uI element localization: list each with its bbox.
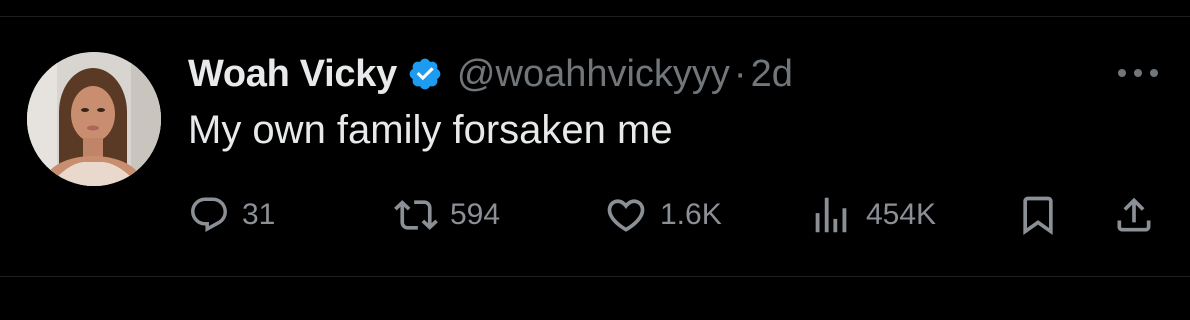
views-count: 454K: [866, 198, 937, 231]
bookmark-icon: [1023, 196, 1053, 236]
reply-count: 31: [242, 198, 276, 231]
dot-separator: ·: [733, 52, 747, 95]
tweet-header: Woah Vicky @woahhvickyyy · 2d: [188, 50, 793, 98]
repost-count: 594: [450, 198, 501, 231]
share-upload-icon: [1117, 197, 1151, 232]
tweet-text: My own family forsaken me: [188, 108, 673, 152]
action-bar: 31 594 1.6K 454K: [0, 190, 1190, 240]
more-dots-icon: [1118, 69, 1158, 77]
like-count: 1.6K: [660, 198, 722, 231]
display-name[interactable]: Woah Vicky: [188, 53, 397, 96]
verified-badge-icon: [407, 56, 443, 92]
share-button[interactable]: [1112, 190, 1156, 240]
timestamp[interactable]: 2d: [751, 53, 793, 96]
bookmark-button[interactable]: [1016, 190, 1060, 240]
bar-chart-icon: [815, 197, 847, 233]
repost-button[interactable]: 594: [394, 190, 500, 240]
reply-bubble-icon: [191, 197, 227, 232]
heart-icon: [607, 199, 645, 232]
reply-button[interactable]: 31: [188, 190, 275, 240]
views-button[interactable]: 454K: [808, 190, 936, 240]
top-divider: [0, 16, 1190, 17]
more-options-button[interactable]: [1112, 58, 1164, 88]
bottom-divider: [0, 276, 1190, 277]
avatar[interactable]: [27, 52, 161, 186]
repost-arrows-icon: [394, 200, 438, 230]
like-button[interactable]: 1.6K: [604, 190, 722, 240]
user-handle[interactable]: @woahhvickyyy: [457, 53, 730, 96]
